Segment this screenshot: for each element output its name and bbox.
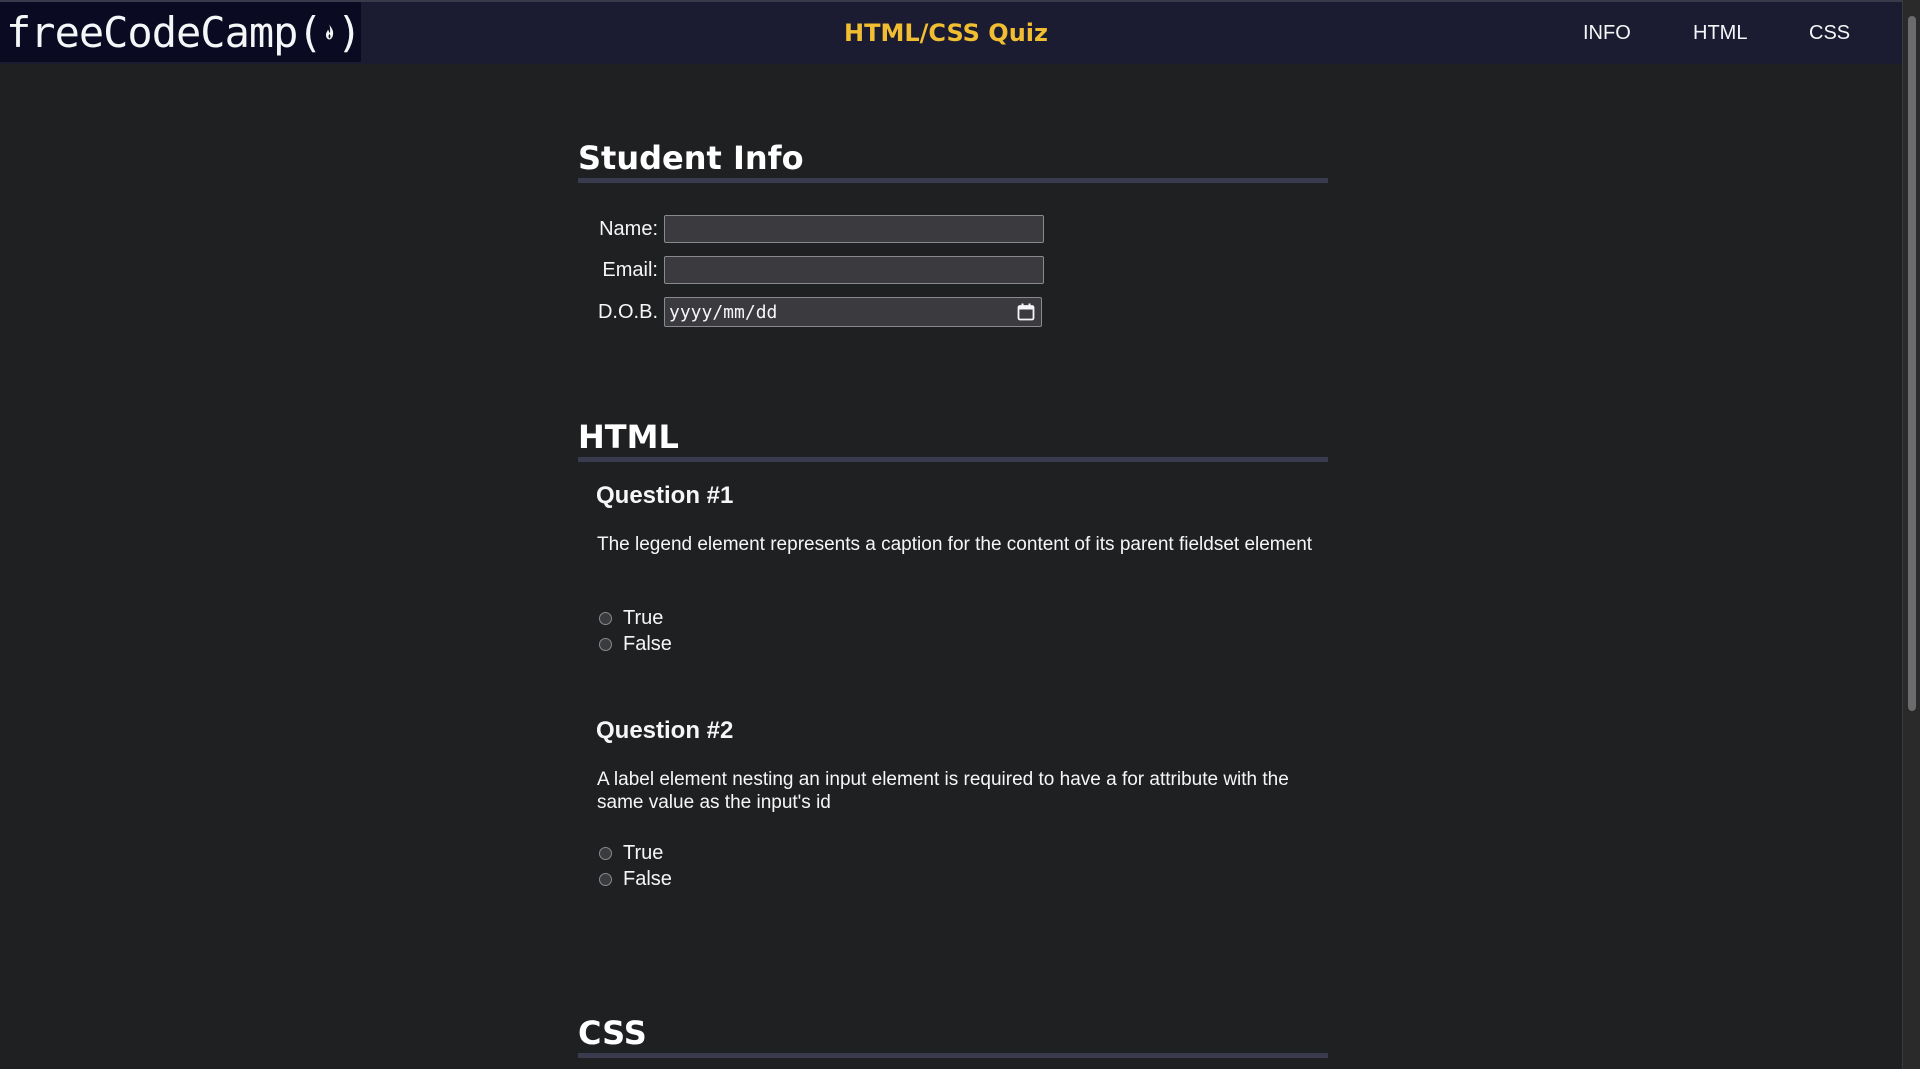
question-1: Question #1 The legend element represent… xyxy=(596,482,1316,655)
option-label: True xyxy=(623,607,664,629)
css-section: CSS xyxy=(578,1015,1328,1059)
html-heading: HTML xyxy=(578,419,1328,463)
html-section: HTML Question #1 The legend element repr… xyxy=(578,419,1328,890)
vertical-scrollbar[interactable] xyxy=(1902,0,1920,1069)
question-2: Question #2 A label element nesting an i… xyxy=(596,717,1316,890)
nav-link-css[interactable]: CSS xyxy=(1809,22,1850,45)
name-label: Name: xyxy=(599,217,658,240)
option-label: False xyxy=(623,868,672,890)
nav-link-html[interactable]: HTML xyxy=(1693,22,1747,45)
question-1-option-false[interactable]: False xyxy=(599,633,672,656)
email-label: Email: xyxy=(602,258,658,281)
page: freeCodeCamp( ) HTML/CSS Quiz INFO HTML … xyxy=(0,0,1920,1069)
dob-placeholder: yyyy/mm/dd xyxy=(669,301,778,323)
radio-button[interactable] xyxy=(599,638,612,651)
dob-label: D.O.B. xyxy=(597,300,658,323)
name-row: Name: xyxy=(578,215,1044,243)
calendar-icon[interactable] xyxy=(1017,303,1035,321)
css-heading: CSS xyxy=(578,1015,1328,1059)
question-2-title: Question #2 xyxy=(596,717,734,744)
name-input[interactable] xyxy=(664,215,1044,243)
nav-link-info[interactable]: INFO xyxy=(1583,22,1631,45)
top-navbar: freeCodeCamp( ) HTML/CSS Quiz INFO HTML … xyxy=(0,0,1902,64)
option-label: False xyxy=(623,633,672,655)
radio-button[interactable] xyxy=(599,612,612,625)
question-1-title: Question #1 xyxy=(596,482,734,509)
question-2-option-false[interactable]: False xyxy=(599,868,672,891)
student-info-section: Student Info Name: Email: D.O.B. yyyy/mm… xyxy=(578,140,1328,327)
question-2-option-true[interactable]: True xyxy=(599,842,663,865)
dob-input[interactable]: yyyy/mm/dd xyxy=(664,297,1042,327)
dob-row: D.O.B. yyyy/mm/dd xyxy=(578,297,1042,327)
option-label: True xyxy=(623,842,664,864)
question-1-option-true[interactable]: True xyxy=(599,607,663,630)
scrollbar-thumb[interactable] xyxy=(1908,16,1916,711)
radio-button[interactable] xyxy=(599,873,612,886)
email-input[interactable] xyxy=(664,256,1044,284)
question-1-text: The legend element represents a caption … xyxy=(597,534,1313,555)
question-2-text: A label element nesting an input element… xyxy=(597,769,1289,813)
radio-button[interactable] xyxy=(599,847,612,860)
email-row: Email: xyxy=(578,256,1044,284)
student-info-heading: Student Info xyxy=(578,140,1328,184)
